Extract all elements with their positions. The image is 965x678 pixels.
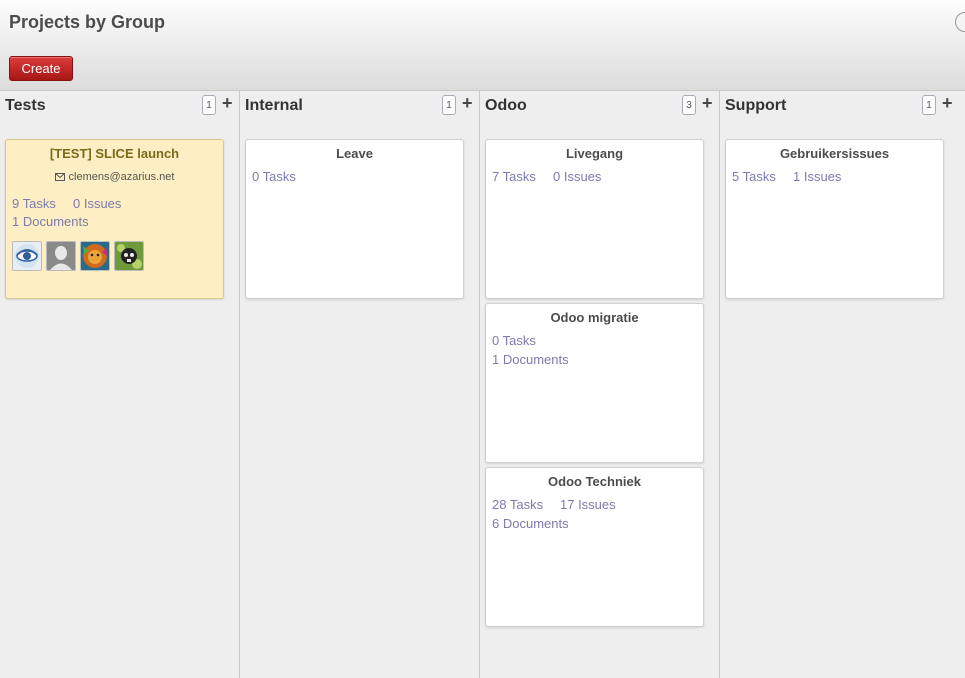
card-title[interactable]: Gebruikersissues [726, 146, 943, 161]
column-title[interactable]: Internal [245, 97, 303, 115]
project-card[interactable]: Leave 0 Tasks [245, 139, 464, 299]
column-count-badge: 3 [682, 95, 696, 115]
circle-icon[interactable] [955, 12, 965, 32]
documents-link[interactable]: 1 Documents [12, 214, 89, 229]
project-card[interactable]: Gebruikersissues 5 Tasks 1 Issues [725, 139, 944, 299]
issues-link[interactable]: 17 Issues [560, 497, 616, 512]
email-text: clemens@azarius.net [68, 171, 175, 183]
tasks-link[interactable]: 9 Tasks [12, 196, 56, 211]
eye-avatar[interactable] [12, 241, 42, 271]
kanban-column-odoo: Odoo 3 + Livegang 7 Tasks 0 Issues Odoo … [480, 91, 720, 678]
member-avatars [12, 241, 144, 271]
kanban-column-internal: Internal 1 + Leave 0 Tasks [240, 91, 480, 678]
project-card[interactable]: Odoo Techniek 28 Tasks 17 Issues 6 Docum… [485, 467, 704, 627]
page-title: Projects by Group [9, 12, 166, 32]
card-title[interactable]: [TEST] SLICE launch [6, 146, 223, 161]
tasks-link[interactable]: 0 Tasks [492, 333, 536, 348]
project-card[interactable]: [TEST] SLICE launch clemens@azarius.net … [5, 139, 224, 299]
add-project-button[interactable]: + [222, 93, 233, 113]
add-project-button[interactable]: + [702, 93, 713, 113]
column-count-badge: 1 [442, 95, 456, 115]
page-header: Projects by Group Create [0, 0, 965, 91]
tasks-link[interactable]: 5 Tasks [732, 169, 776, 184]
add-project-button[interactable]: + [462, 93, 473, 113]
tasks-link[interactable]: 0 Tasks [252, 169, 296, 184]
card-title[interactable]: Odoo Techniek [486, 474, 703, 489]
kanban-column-support: Support 1 + Gebruikersissues 5 Tasks 1 I… [720, 91, 965, 678]
column-title[interactable]: Odoo [485, 97, 527, 115]
add-project-button[interactable]: + [942, 93, 953, 113]
card-email[interactable]: clemens@azarius.net [6, 171, 223, 183]
issues-link[interactable]: 0 Issues [553, 169, 601, 184]
card-title[interactable]: Livegang [486, 146, 703, 161]
project-card[interactable]: Livegang 7 Tasks 0 Issues [485, 139, 704, 299]
project-card[interactable]: Odoo migratie 0 Tasks 1 Documents [485, 303, 704, 463]
create-button[interactable]: Create [9, 56, 73, 81]
issues-link[interactable]: 0 Issues [73, 196, 121, 211]
column-title[interactable]: Tests [5, 97, 46, 115]
lion-avatar[interactable] [80, 241, 110, 271]
skull-avatar[interactable] [114, 241, 144, 271]
column-count-badge: 1 [922, 95, 936, 115]
card-title[interactable]: Odoo migratie [486, 310, 703, 325]
documents-link[interactable]: 6 Documents [492, 516, 569, 531]
default-avatar[interactable] [46, 241, 76, 271]
documents-link[interactable]: 1 Documents [492, 352, 569, 367]
tasks-link[interactable]: 7 Tasks [492, 169, 536, 184]
kanban-column-tests: Tests 1 + [TEST] SLICE launch clemens@az… [0, 91, 240, 678]
column-title[interactable]: Support [725, 97, 786, 115]
issues-link[interactable]: 1 Issues [793, 169, 841, 184]
envelope-icon [54, 173, 65, 181]
column-count-badge: 1 [202, 95, 216, 115]
card-title[interactable]: Leave [246, 146, 463, 161]
tasks-link[interactable]: 28 Tasks [492, 497, 543, 512]
